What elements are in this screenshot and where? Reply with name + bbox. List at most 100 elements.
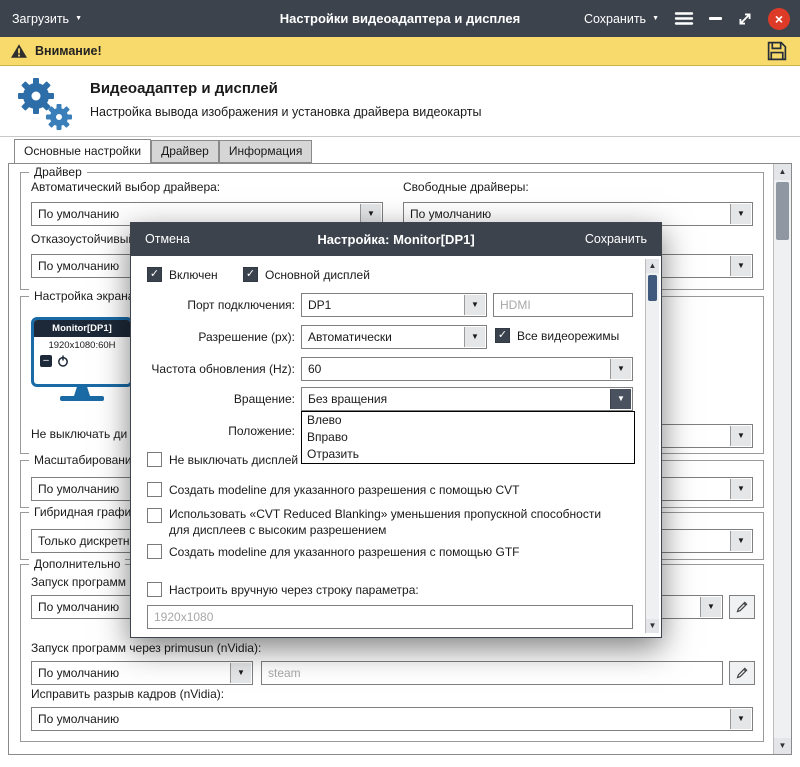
chevron-down-icon[interactable]: ▼ [730,479,751,499]
rotation-option[interactable]: Вправо [302,429,634,446]
monitor-preview[interactable]: Monitor[DP1] 1920x1080:60H – [31,317,133,403]
tab-basic-settings[interactable]: Основные настройки [14,139,152,163]
warning-bar: Внимание! [0,37,800,66]
enabled-label: Включен [169,268,218,282]
monitor-screen: Monitor[DP1] 1920x1080:60H – [31,317,133,387]
dialog-scrollbar-thumb[interactable] [648,275,657,301]
chevron-down-icon[interactable]: ▼ [360,204,381,224]
dialog-scrollbar[interactable]: ▲ ▼ [645,259,659,633]
chevron-down-icon: ▼ [652,15,659,22]
monitor-name: Monitor[DP1] [34,320,130,337]
power-icon[interactable] [57,355,69,367]
tear-select[interactable]: По умолчанию ▼ [31,707,753,731]
chevron-down-icon[interactable]: ▼ [730,426,751,446]
monitor-settings-dialog: Отмена Настройка: Monitor[DP1] Сохранить… [130,222,662,638]
monitor-stand [74,387,90,396]
run1-label: Запуск программ ч [31,575,136,589]
refresh-label: Частота обновления (Hz): [151,362,295,376]
rotation-select[interactable]: Без вращения ▼ [301,387,633,411]
run2-edit-button[interactable] [729,661,755,685]
dialog-title: Настройка: Monitor[DP1] [317,232,475,247]
save-menu-button[interactable]: Сохранить ▼ [584,0,659,37]
rotation-label: Вращение: [233,392,295,406]
chevron-down-icon[interactable]: ▼ [230,663,251,683]
reduced-blanking-label-line2: для дисплеев с высоким разрешением [169,523,387,537]
pencil-icon [736,601,748,613]
close-button[interactable]: × [768,7,790,30]
monitor-minimize-icon[interactable]: – [40,355,52,367]
chevron-down-icon[interactable]: ▼ [610,359,631,379]
port-custom-input[interactable] [493,293,633,317]
resolution-select[interactable]: Автоматически ▼ [301,325,487,349]
dpms-checkbox[interactable] [147,452,162,467]
chevron-down-icon[interactable]: ▼ [730,256,751,276]
tear-label: Исправить разрыв кадров (nVidia): [31,687,225,701]
manual-checkbox[interactable] [147,582,162,597]
gtf-checkbox[interactable] [147,544,162,559]
chevron-down-icon[interactable]: ▼ [730,531,751,551]
minimize-button[interactable] [709,0,722,37]
dialog-save-button[interactable]: Сохранить [585,223,647,256]
chevron-down-icon[interactable]: ▼ [700,597,721,617]
reduced-blanking-checkbox[interactable] [147,508,162,523]
run2-command-input[interactable] [261,661,723,685]
dialog-header: Отмена Настройка: Monitor[DP1] Сохранить [131,223,661,256]
enabled-checkbox[interactable]: ✓ [147,267,162,282]
group-scaling-legend: Масштабирование [29,453,144,467]
page-header: Видеоадаптер и дисплей Настройка вывода … [0,67,800,137]
run2-label: Запуск программ через primusun (nVidia): [31,641,262,655]
dialog-scroll-down-button[interactable]: ▼ [646,619,659,633]
scroll-down-button[interactable]: ▼ [774,738,791,754]
page-title: Видеоадаптер и дисплей [90,80,278,97]
rotation-option[interactable]: Отразить [302,446,634,463]
run2-select[interactable]: По умолчанию ▼ [31,661,253,685]
gears-icon [18,78,72,130]
hamburger-icon [674,12,694,25]
group-extra-legend: Дополнительно [29,557,126,571]
all-modes-label: Все видеорежимы [517,329,620,343]
scrollbar-thumb[interactable] [776,182,789,240]
dpms-label: Не выключать ди [31,427,128,441]
chevron-down-icon[interactable]: ▼ [730,709,751,729]
tab-driver[interactable]: Драйвер [151,140,219,163]
monitor-base [60,396,104,401]
save-file-icon [767,41,787,61]
chevron-down-icon[interactable]: ▼ [464,295,485,315]
tab-information[interactable]: Информация [218,140,313,163]
chevron-down-icon[interactable]: ▼ [610,389,631,409]
port-select[interactable]: DP1 ▼ [301,293,487,317]
maximize-button[interactable] [737,0,753,37]
chevron-down-icon[interactable]: ▼ [730,204,751,224]
quick-save-button[interactable] [766,40,788,65]
driver-free-label: Свободные драйверы: [403,180,529,194]
warning-text: Внимание! [35,44,102,58]
group-driver-legend: Драйвер [29,165,87,179]
dialog-scroll-up-button[interactable]: ▲ [646,259,659,273]
reduced-blanking-label-line1: Использовать «CVT Reduced Blanking» умен… [169,507,602,521]
titlebar: Загрузить ▼ Настройки видеоадаптера и ди… [0,0,800,37]
rotation-option[interactable]: Влево [302,412,634,429]
primary-display-label: Основной дисплей [265,268,370,282]
position-label: Положение: [228,424,295,438]
primary-display-checkbox[interactable]: ✓ [243,267,258,282]
gtf-label: Создать modeline для указанного разрешен… [169,545,520,559]
cvt-label: Создать modeline для указанного разрешен… [169,483,520,497]
manual-modeline-input[interactable] [147,605,633,629]
refresh-select[interactable]: 60 ▼ [301,357,633,381]
rotation-dropdown-list: Влево Вправо Отразить [301,411,635,464]
dpms-checkbox-label: Не выключать дисплей [169,453,299,467]
monitor-mode: 1920x1080:60H [48,340,116,351]
pencil-icon [736,667,748,679]
driver-failsafe-label: Отказоустойчивый [31,232,136,246]
app-window: Загрузить ▼ Настройки видеоадаптера и ди… [0,0,800,767]
chevron-down-icon[interactable]: ▼ [464,327,485,347]
port-label: Порт подключения: [187,298,295,312]
main-scrollbar[interactable]: ▲ ▼ [773,164,791,754]
menu-button[interactable] [674,0,694,37]
manual-label: Настроить вручную через строку параметра… [169,583,419,597]
expand-icon [739,13,751,24]
scroll-up-button[interactable]: ▲ [774,164,791,180]
cvt-checkbox[interactable] [147,482,162,497]
run1-edit-button[interactable] [729,595,755,619]
all-modes-checkbox[interactable]: ✓ [495,328,510,343]
